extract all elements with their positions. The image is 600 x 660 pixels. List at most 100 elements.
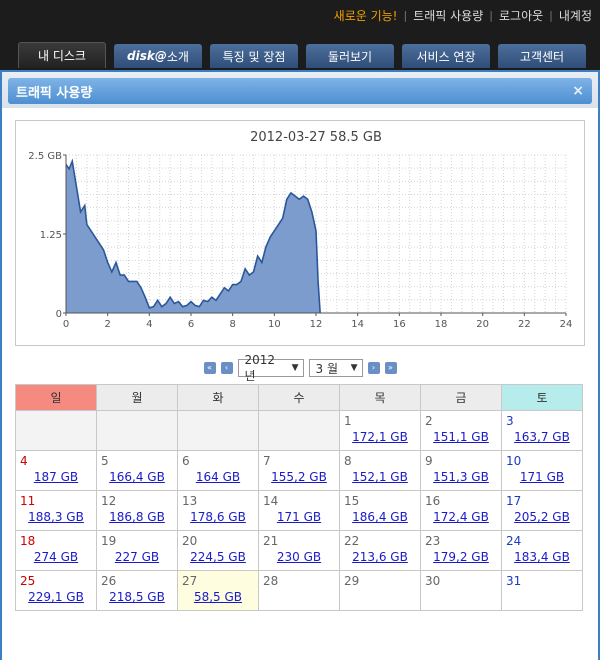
day-number: 24	[506, 534, 522, 548]
calendar-week-row: 11 188,3 GB 12 186,8 GB 13 178,6 GB 14 171 GB 15…	[15, 490, 583, 531]
day-number: 5	[101, 454, 109, 468]
daily-usage-link[interactable]: 230 GB	[263, 550, 335, 564]
weekday-fri: 금	[420, 384, 502, 411]
day-number: 26	[101, 574, 117, 588]
tab-my-disk[interactable]: 내 디스크	[18, 42, 106, 68]
calendar-day-cell: 11 188,3 GB	[15, 490, 97, 531]
daily-usage-link[interactable]: 164 GB	[182, 470, 254, 484]
divider: |	[403, 9, 408, 22]
calendar-day-cell: 14 171 GB	[258, 490, 340, 531]
day-number: 11	[20, 494, 36, 508]
daily-usage-link[interactable]: 58,5 GB	[182, 590, 254, 604]
calendar-day-cell: 20 224,5 GB	[177, 530, 259, 571]
next-month-button[interactable]: ›	[367, 362, 380, 374]
daily-usage-link[interactable]: 171 GB	[263, 510, 335, 524]
daily-usage-link[interactable]: 188,3 GB	[20, 510, 92, 524]
calendar-day-cell: 2 151,1 GB	[420, 410, 502, 451]
brand-name: disk@	[127, 49, 167, 63]
day-number: 8	[344, 454, 352, 468]
daily-usage-link[interactable]: 229,1 GB	[20, 590, 92, 604]
year-select[interactable]: 2012 년 ▼	[237, 353, 304, 383]
divider: |	[489, 9, 493, 22]
daily-usage-link[interactable]: 213,6 GB	[344, 550, 416, 564]
x-tick-label: 14	[351, 319, 364, 330]
day-number: 23	[425, 534, 441, 548]
calendar-day-cell: 13 178,6 GB	[177, 490, 259, 531]
calendar-day-cell: 22 213,6 GB	[339, 530, 421, 571]
day-number: 20	[182, 534, 198, 548]
daily-usage-link[interactable]: 152,1 GB	[344, 470, 416, 484]
close-icon[interactable]: ×	[572, 83, 584, 99]
logout-link[interactable]: 로그아웃	[499, 7, 543, 24]
x-tick-label: 22	[518, 319, 531, 330]
daily-usage-link[interactable]: 186,4 GB	[344, 510, 416, 524]
calendar-day-cell: 25 229,1 GB	[15, 570, 97, 611]
x-tick-label: 10	[268, 319, 281, 330]
daily-usage-link[interactable]: 183,4 GB	[506, 550, 578, 564]
x-tick-label: 6	[188, 319, 194, 330]
weekday-mon: 월	[96, 384, 178, 411]
day-number: 28	[263, 574, 279, 588]
daily-usage-link[interactable]: 274 GB	[20, 550, 92, 564]
calendar-week-row: 25 229,1 GB 26 218,5 GB 27 58,5 GB 28 29 30 31	[15, 570, 583, 611]
daily-usage-link[interactable]: 166,4 GB	[101, 470, 173, 484]
new-features-link[interactable]: 새로운 기능!	[334, 7, 398, 24]
daily-usage-link[interactable]: 227 GB	[101, 550, 173, 564]
tab-tour[interactable]: 둘러보기	[306, 44, 394, 68]
tab-service-extend[interactable]: 서비스 연장	[402, 44, 490, 68]
chevron-down-icon: ▼	[350, 363, 358, 373]
tab-features[interactable]: 특징 및 장점	[210, 44, 298, 68]
daily-usage-link[interactable]: 205,2 GB	[506, 510, 578, 524]
day-number: 4	[20, 454, 28, 468]
day-number: 30	[425, 574, 441, 588]
day-number: 2	[425, 414, 433, 428]
day-number: 27	[182, 574, 198, 588]
daily-usage-link[interactable]: 218,5 GB	[101, 590, 173, 604]
last-page-button[interactable]: »	[384, 362, 397, 374]
daily-usage-link[interactable]: 155,2 GB	[263, 470, 335, 484]
weekday-sat: 토	[501, 384, 583, 411]
daily-usage-link[interactable]: 171 GB	[506, 470, 578, 484]
calendar-day-cell: 5 166,4 GB	[96, 450, 178, 491]
panel-title: 트래픽 사용량	[16, 85, 93, 101]
day-number: 21	[263, 534, 279, 548]
calendar-day-cell: 26 218,5 GB	[96, 570, 178, 611]
panel-title-bar: 트래픽 사용량 ×	[8, 78, 592, 104]
day-number: 12	[101, 494, 117, 508]
day-number: 22	[344, 534, 360, 548]
day-number: 3	[506, 414, 514, 428]
calendar-empty-cell	[96, 410, 178, 451]
tab-disk-intro[interactable]: disk@ 소개	[114, 44, 202, 68]
calendar-day-cell: 7 155,2 GB	[258, 450, 340, 491]
x-tick-label: 18	[435, 319, 448, 330]
tab-support[interactable]: 고객센터	[498, 44, 586, 68]
daily-usage-link[interactable]: 151,3 GB	[425, 470, 497, 484]
day-number: 6	[182, 454, 190, 468]
main-nav-tabs: 내 디스크 disk@ 소개 특징 및 장점 둘러보기 서비스 연장 고객센터	[18, 42, 594, 68]
daily-usage-link[interactable]: 151,1 GB	[425, 430, 497, 444]
chart-title: 2012-03-27 58.5 GB	[250, 130, 382, 145]
calendar-day-cell: 1 172,1 GB	[339, 410, 421, 451]
traffic-usage-link[interactable]: 트래픽 사용량	[413, 7, 483, 24]
daily-usage-link[interactable]: 172,1 GB	[344, 430, 416, 444]
daily-usage-link[interactable]: 186,8 GB	[101, 510, 173, 524]
calendar-day-cell: 29	[339, 570, 421, 611]
calendar-week-row: 4 187 GB 5 166,4 GB 6 164 GB 7 155,2 GB 8 152,1 G…	[15, 450, 583, 491]
month-select[interactable]: 3 월 ▼	[308, 359, 363, 377]
calendar-week-row: 18 274 GB 19 227 GB 20 224,5 GB 21 230 GB 22 213,…	[15, 530, 583, 571]
day-number: 16	[425, 494, 441, 508]
daily-usage-link[interactable]: 172,4 GB	[425, 510, 497, 524]
prev-month-button[interactable]: ‹	[220, 362, 233, 374]
daily-usage-link[interactable]: 163,7 GB	[506, 430, 578, 444]
my-account-link[interactable]: 내계정	[559, 7, 592, 24]
weekday-thu: 목	[339, 384, 421, 411]
calendar-day-cell: 30	[420, 570, 502, 611]
calendar-day-cell: 8 152,1 GB	[339, 450, 421, 491]
day-number: 10	[506, 454, 522, 468]
daily-usage-link[interactable]: 178,6 GB	[182, 510, 254, 524]
daily-usage-link[interactable]: 179,2 GB	[425, 550, 497, 564]
calendar-day-cell: 9 151,3 GB	[420, 450, 502, 491]
daily-usage-link[interactable]: 224,5 GB	[182, 550, 254, 564]
daily-usage-link[interactable]: 187 GB	[20, 470, 92, 484]
first-page-button[interactable]: «	[203, 362, 216, 374]
